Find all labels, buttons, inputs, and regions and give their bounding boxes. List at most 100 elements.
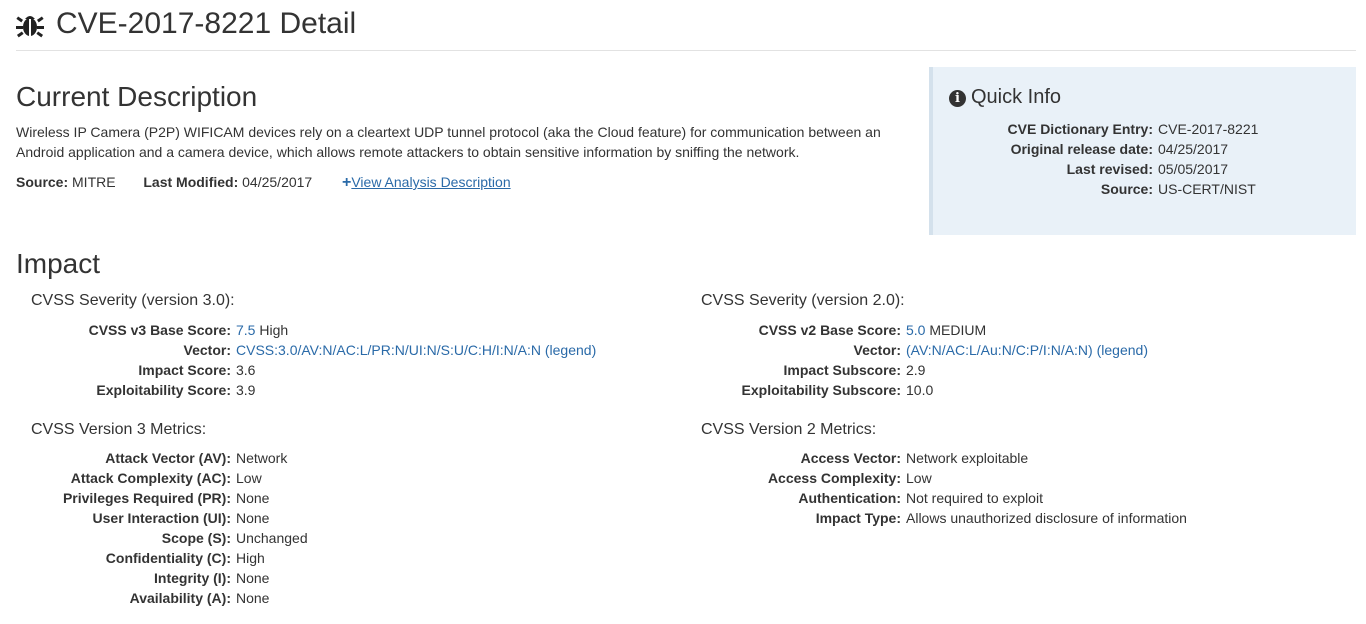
metric-value: Not required to exploit [906,490,1043,506]
quick-info-label: Original release date: [1010,141,1153,157]
page-header: CVE-2017-8221 Detail [16,6,1356,51]
cvss-v2-severity-heading: CVSS Severity (version 2.0): [701,292,905,309]
metric-row: Integrity (I): None [31,568,269,588]
field-label: CVSS v2 Base Score: [758,322,901,338]
metric-label: Confidentiality (C): [105,550,231,566]
metric-row: Access Vector: Network exploitable [701,448,1029,468]
metric-label: Privileges Required (PR): [62,490,231,506]
paren: ) [591,342,597,358]
metric-value: Unchanged [236,530,308,546]
cvss-v3-legend-link[interactable]: legend [550,342,592,358]
metric-value: None [236,590,270,606]
metric-value: High [236,550,265,566]
quick-info-value: US-CERT/NIST [1158,181,1256,197]
quick-info-value: 04/25/2017 [1158,141,1229,157]
field-value: 3.6 [236,362,256,378]
paren: ) [1143,342,1148,358]
cvss-v3-base-score-row: CVSS v3 Base Score: 7.5 High [31,320,671,340]
field-label: Vector: [183,342,231,358]
metric-value: Low [236,470,262,486]
field-value: 10.0 [906,382,934,398]
description-meta: Source: MITRE Last Modified: 04/25/2017 … [16,172,906,193]
quick-info-row: CVE Dictionary Entry: CVE-2017-8221 [933,119,1360,139]
field-label: Vector: [853,342,901,358]
cvss-v3-column: CVSS Severity (version 3.0): CVSS v3 Bas… [31,290,671,606]
metric-row: Access Complexity: Low [701,468,932,488]
metric-row: User Interaction (UI): None [31,508,270,528]
last-modified-label: Last Modified: [143,174,239,190]
metric-label: Scope (S): [161,530,231,546]
description-section: Current Description Wireless IP Camera (… [16,78,906,193]
page-title: CVE-2017-8221 Detail [56,7,357,40]
impact-heading: Impact [16,248,101,279]
cvss-v3-vector-row: Vector: CVSS:3.0/AV:N/AC:L/PR:N/UI:N/S:U… [31,340,671,360]
severity-label: MEDIUM [929,322,987,338]
cvss-v3-base-score-link[interactable]: 7.5 [236,322,255,338]
description-heading: Current Description [16,81,258,112]
metric-row: Attack Vector (AV): Network [31,448,287,468]
metric-label: Access Complexity: [767,470,901,486]
field-label: Impact Score: [138,362,231,378]
quick-info-panel: i Quick Info CVE Dictionary Entry: CVE-20… [929,67,1356,235]
metric-row: Confidentiality (C): High [31,548,265,568]
metric-value: Network exploitable [906,450,1029,466]
metric-row: Authentication: Not required to exploit [701,488,1043,508]
cvss-v2-base-score-row: CVSS v2 Base Score: 5.0 MEDIUM [701,320,1341,340]
source-value: MITRE [72,174,116,190]
quick-info-row: Source: US-CERT/NIST [933,179,1360,199]
cvss-v2-base-score-link[interactable]: 5.0 [906,322,925,338]
quick-info-value: 05/05/2017 [1158,161,1229,177]
metric-label: Attack Vector (AV): [105,450,231,466]
quick-info-heading: i Quick Info [949,85,1061,109]
cvss-v3-severity-heading: CVSS Severity (version 3.0): [31,292,235,309]
cvss-v2-vector-row: Vector: (AV:N/AC:L/Au:N/C:P/I:N/A:N) (le… [701,340,1341,360]
view-analysis-label: View Analysis Description [351,174,511,190]
cvss-v2-column: CVSS Severity (version 2.0): CVSS v2 Bas… [701,290,1341,526]
quick-info-label: CVE Dictionary Entry: [1007,121,1153,137]
description-text: Wireless IP Camera (P2P) WIFICAM devices… [16,124,881,160]
metric-row: Scope (S): Unchanged [31,528,308,548]
metric-value: Network [236,450,288,466]
metric-value: Low [906,470,932,486]
quick-info-label: Last revised: [1066,161,1153,177]
cvss-v2-vector-link[interactable]: (AV:N/AC:L/Au:N/C:P/I:N/A:N) [906,342,1093,358]
metric-label: Impact Type: [815,510,901,526]
cvss-v2-legend-link[interactable]: legend [1101,342,1143,358]
quick-info-row: Original release date: 04/25/2017 [933,139,1360,159]
metric-label: Authentication: [798,490,901,506]
cvss-v2-exploit-row: Exploitability Subscore: 10.0 [701,380,1341,400]
source-label: Source: [16,174,69,190]
field-label: CVSS v3 Base Score: [88,322,231,338]
metric-value: Allows unauthorized disclosure of inform… [906,510,1187,526]
severity-label: High [259,322,289,338]
quick-info-label: Source: [1100,181,1153,197]
quick-info-title: Quick Info [971,86,1062,108]
field-label: Impact Subscore: [783,362,901,378]
plus-icon: + [342,174,352,191]
metric-row: Privileges Required (PR): None [31,488,270,508]
field-value: 3.9 [236,382,256,398]
cvss-v3-vector-link[interactable]: CVSS:3.0/AV:N/AC:L/PR:N/UI:N/S:U/C:H/I:N… [236,342,541,358]
metric-value: None [236,490,270,506]
metric-label: Access Vector: [800,450,901,466]
metric-row: Attack Complexity (AC): Low [31,468,262,488]
metric-label: Attack Complexity (AC): [70,470,231,486]
field-label: Exploitability Subscore: [741,382,901,398]
metric-row: Impact Type: Allows unauthorized disclosu… [701,508,1187,528]
cve-dictionary-link[interactable]: CVE-2017-8221 [1158,119,1258,139]
quick-info-row: Last revised: 05/05/2017 [933,159,1360,179]
cvss-v3-exploit-row: Exploitability Score: 3.9 [31,380,671,400]
metric-label: User Interaction (UI): [92,510,231,526]
field-label: Exploitability Score: [96,382,231,398]
field-value: 2.9 [906,362,926,378]
metric-label: Availability (A): [129,590,231,606]
bug-icon [16,16,44,38]
cvss-v3-metrics-heading: CVSS Version 3 Metrics: [31,421,207,438]
metric-value: None [236,570,270,586]
view-analysis-link[interactable]: +View Analysis Description [340,174,511,191]
metric-row: Availability (A): None [31,588,270,608]
last-modified-value: 04/25/2017 [242,174,313,190]
cvss-v2-impact-row: Impact Subscore: 2.9 [701,360,1341,380]
metric-value: None [236,510,270,526]
metric-label: Integrity (I): [154,570,231,586]
